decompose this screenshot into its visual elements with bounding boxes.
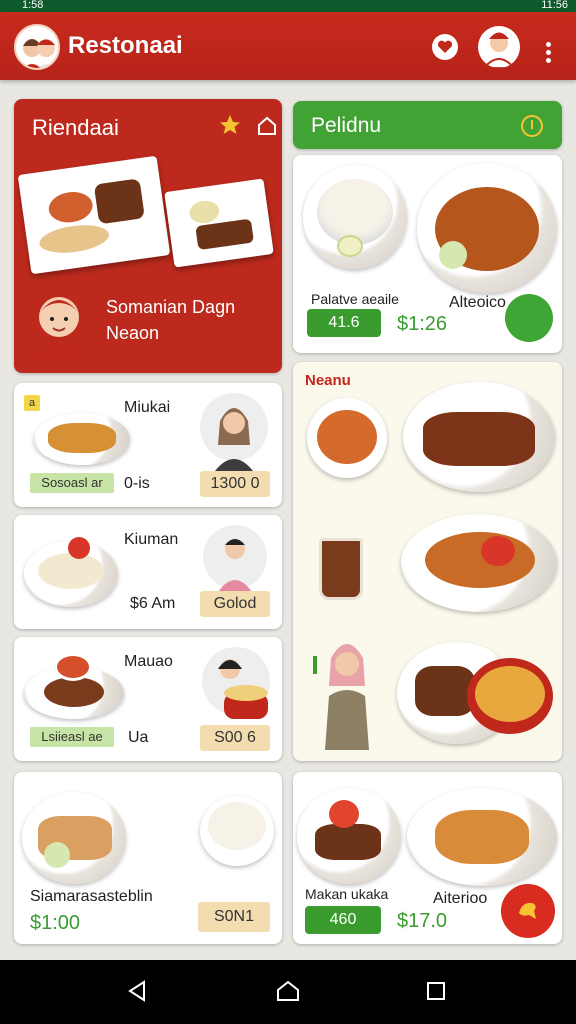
item-name: Kiuman — [124, 531, 179, 548]
iced-drink-image — [319, 538, 363, 600]
staff-avatar — [200, 393, 268, 475]
featured-subtitle-2: Neaon — [106, 323, 160, 343]
pelidnu-header[interactable]: Pelidnu — [293, 101, 562, 149]
heart-icon — [437, 40, 453, 53]
chat-button[interactable] — [501, 884, 555, 938]
status-clock: 11:56 — [541, 0, 568, 11]
bottom-right-price: $17.0 — [397, 910, 448, 932]
pelidnu-left-label: Palatve aeaile — [311, 291, 399, 307]
pelidnu-quantity-pill[interactable]: 41.6 — [307, 309, 381, 337]
bottom-left-price: $1:00 — [30, 912, 81, 934]
grilled-meat-image — [403, 382, 555, 492]
item-meta: 0-is — [124, 475, 150, 492]
item-name: Miukai — [124, 399, 171, 416]
back-icon[interactable] — [126, 980, 148, 1002]
item-meta: Ua — [128, 729, 149, 746]
app-title: Restonaai — [68, 32, 183, 59]
pelidnu-card[interactable]: Palatve aeaile Alteoico 41.6 $1:26 — [293, 155, 562, 353]
dish-image — [22, 792, 126, 884]
app-logo — [14, 24, 60, 70]
item-price: S00 6 — [200, 725, 270, 751]
status-bar: 1:58 11:56 — [0, 0, 576, 12]
featured-title: Riendaai — [32, 115, 119, 140]
dish-image — [34, 413, 130, 465]
staff-avatar — [203, 525, 267, 595]
bottom-left-tag: S0N1 — [198, 902, 270, 932]
info-icon[interactable] — [520, 114, 544, 138]
featured-card[interactable]: Riendaai Somanian Dagn Neaon — [14, 99, 282, 373]
bottom-right-quantity-pill[interactable]: 460 — [305, 906, 381, 934]
chicken-plate-image — [401, 514, 557, 612]
system-nav-bar — [0, 960, 576, 1024]
rice-bowl-image — [200, 796, 274, 866]
home-nav-icon[interactable] — [276, 979, 300, 1003]
item-tag: Sosoasl ar — [30, 473, 114, 493]
chat-bubble-icon — [519, 902, 536, 919]
item-tag: Lsiieasl ae — [30, 727, 114, 747]
pelidnu-right-label: Alteoico — [449, 294, 506, 311]
staff-avatar — [202, 647, 270, 719]
favorites-button[interactable] — [432, 34, 458, 60]
dish-image — [297, 788, 401, 884]
curry-plate-image — [417, 163, 557, 293]
pelidnu-price: $1:26 — [397, 313, 448, 335]
item-meta: $6 Am — [130, 595, 176, 612]
waitress-avatar — [313, 644, 369, 750]
bottom-right-card[interactable]: Makan ukaka Aiterioo 460 $17.0 — [293, 772, 562, 944]
sauce-bowl-image — [307, 398, 387, 478]
add-to-cart-button[interactable] — [505, 294, 553, 342]
chef-avatar — [38, 297, 80, 359]
profile-avatar[interactable] — [478, 26, 520, 68]
more-options-icon[interactable] — [540, 42, 556, 66]
star-icon[interactable] — [218, 113, 242, 137]
food-tray-image-2 — [164, 178, 274, 268]
featured-subtitle-1: Somanian Dagn — [106, 297, 236, 317]
bottom-right-right-label: Aiterioo — [433, 890, 488, 907]
app-bar: Restonaai — [0, 12, 576, 80]
list-item[interactable]: a Miukai Sosoasl ar 0-is 1300 0 — [14, 383, 282, 507]
pelidnu-title: Pelidnu — [311, 114, 382, 137]
status-time: 1:58 — [22, 0, 44, 11]
new-badge: a — [24, 395, 40, 411]
item-name: Mauao — [124, 653, 173, 670]
bottom-right-left-label: Makan ukaka — [305, 886, 389, 902]
food-tray-image — [17, 155, 171, 275]
list-item[interactable]: Kiuman $6 Am Golod — [14, 515, 282, 629]
item-price: 1300 0 — [200, 471, 270, 497]
item-price: Golod — [200, 591, 270, 617]
menu-panel[interactable]: Neanu — [293, 362, 562, 761]
noodle-bowl-image — [467, 658, 553, 734]
list-item[interactable]: Mauao Lsiieasl ae Ua S00 6 — [14, 637, 282, 761]
dish-image — [407, 788, 557, 886]
home-icon[interactable] — [256, 115, 278, 137]
bottom-left-card[interactable]: Siamarasasteblin $1:00 S0N1 — [14, 772, 282, 944]
rice-bowl-image — [303, 165, 407, 269]
soup-bowl-image — [54, 653, 92, 681]
recents-icon[interactable] — [426, 981, 446, 1001]
menu-panel-title: Neanu — [305, 372, 351, 389]
dish-image — [24, 537, 118, 607]
bottom-left-title: Siamarasasteblin — [30, 888, 153, 905]
